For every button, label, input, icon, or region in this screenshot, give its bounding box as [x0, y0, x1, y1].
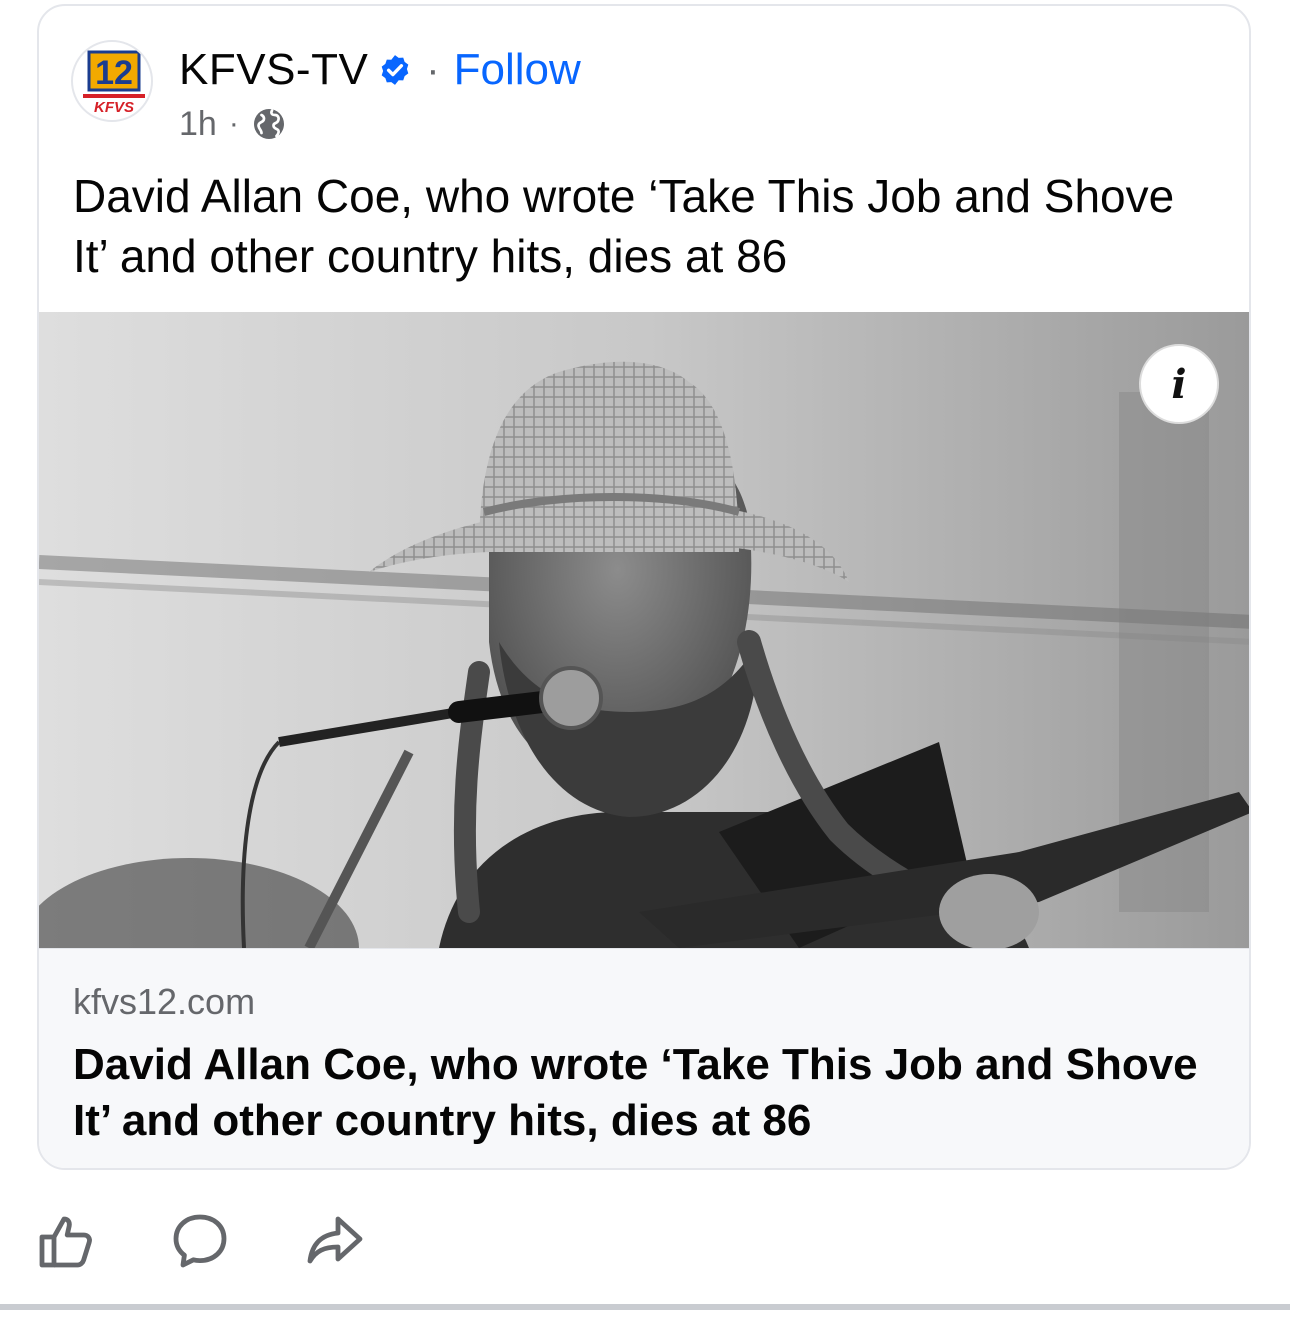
logo-letters: KFVS: [94, 99, 134, 116]
article-image[interactable]: i: [39, 312, 1249, 948]
post-header: 12 KFVS KFVS-TV · Follow 1h ·: [71, 40, 1221, 150]
action-bar: [34, 1206, 366, 1276]
page-name-row: KFVS-TV · Follow: [179, 42, 581, 98]
link-title[interactable]: David Allan Coe, who wrote ‘Take This Jo…: [73, 1037, 1213, 1149]
follow-button[interactable]: Follow: [454, 45, 581, 95]
kfvs-logo-icon: 12 KFVS: [83, 50, 145, 116]
feed-divider: [0, 1304, 1290, 1310]
separator-dot: ·: [426, 47, 440, 92]
timestamp[interactable]: 1h: [179, 105, 217, 144]
post-card: 12 KFVS KFVS-TV · Follow 1h · David Alla…: [37, 4, 1251, 1170]
page-name[interactable]: KFVS-TV: [179, 45, 368, 95]
article-photo: [39, 312, 1249, 948]
like-icon[interactable]: [34, 1209, 98, 1273]
meta-separator: ·: [228, 107, 239, 140]
link-preview[interactable]: kfvs12.com David Allan Coe, who wrote ‘T…: [39, 948, 1249, 1168]
post-meta: 1h ·: [179, 102, 287, 146]
verified-badge-icon: [381, 55, 409, 85]
logo-number: 12: [95, 54, 133, 92]
link-domain: kfvs12.com: [73, 981, 256, 1022]
avatar[interactable]: 12 KFVS: [71, 40, 153, 122]
post-text: David Allan Coe, who wrote ‘Take This Jo…: [73, 170, 1175, 282]
share-icon[interactable]: [302, 1209, 366, 1273]
comment-icon[interactable]: [168, 1209, 232, 1273]
globe-icon: [253, 109, 284, 139]
info-button[interactable]: i: [1139, 344, 1219, 424]
